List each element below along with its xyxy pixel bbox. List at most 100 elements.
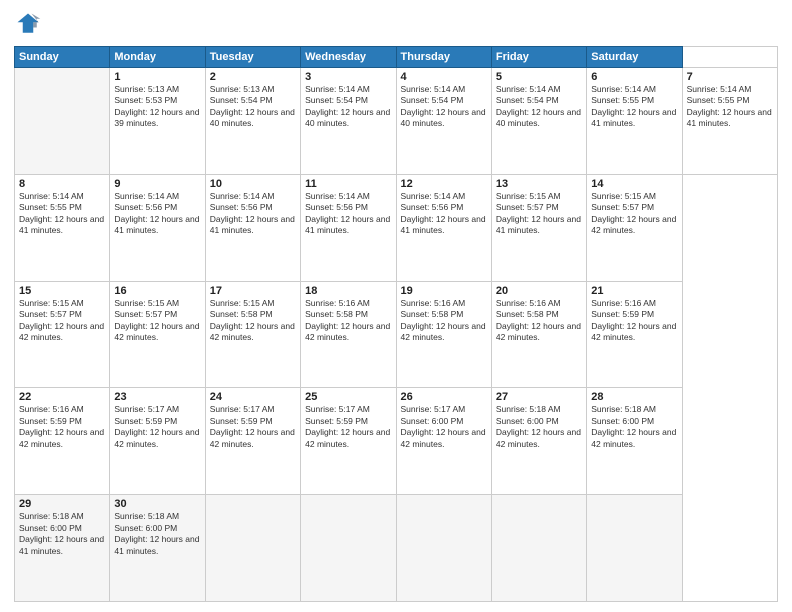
logo-icon [14, 10, 42, 38]
day-number: 17 [210, 285, 296, 297]
day-detail: Sunrise: 5:16 AMSunset: 5:59 PMDaylight:… [19, 404, 105, 450]
calendar-week-row: 1Sunrise: 5:13 AMSunset: 5:53 PMDaylight… [15, 68, 778, 175]
day-number: 9 [114, 178, 200, 190]
calendar-day-cell [205, 495, 300, 602]
weekday-header: Saturday [587, 47, 682, 68]
day-number: 22 [19, 391, 105, 403]
calendar-day-cell: 29Sunrise: 5:18 AMSunset: 6:00 PMDayligh… [15, 495, 110, 602]
day-detail: Sunrise: 5:13 AMSunset: 5:53 PMDaylight:… [114, 84, 200, 130]
weekday-header: Wednesday [301, 47, 396, 68]
calendar-day-cell: 3Sunrise: 5:14 AMSunset: 5:54 PMDaylight… [301, 68, 396, 175]
calendar-day-cell [396, 495, 491, 602]
day-detail: Sunrise: 5:14 AMSunset: 5:55 PMDaylight:… [687, 84, 773, 130]
calendar-week-row: 29Sunrise: 5:18 AMSunset: 6:00 PMDayligh… [15, 495, 778, 602]
calendar-day-cell: 2Sunrise: 5:13 AMSunset: 5:54 PMDaylight… [205, 68, 300, 175]
day-detail: Sunrise: 5:15 AMSunset: 5:57 PMDaylight:… [19, 298, 105, 344]
calendar-day-cell: 30Sunrise: 5:18 AMSunset: 6:00 PMDayligh… [110, 495, 205, 602]
day-number: 3 [305, 71, 391, 83]
day-number: 24 [210, 391, 296, 403]
day-number: 27 [496, 391, 582, 403]
logo [14, 10, 46, 38]
day-detail: Sunrise: 5:16 AMSunset: 5:58 PMDaylight:… [305, 298, 391, 344]
day-detail: Sunrise: 5:14 AMSunset: 5:55 PMDaylight:… [591, 84, 677, 130]
calendar-day-cell: 5Sunrise: 5:14 AMSunset: 5:54 PMDaylight… [491, 68, 586, 175]
day-detail: Sunrise: 5:15 AMSunset: 5:58 PMDaylight:… [210, 298, 296, 344]
calendar-day-cell: 16Sunrise: 5:15 AMSunset: 5:57 PMDayligh… [110, 281, 205, 388]
calendar-week-row: 22Sunrise: 5:16 AMSunset: 5:59 PMDayligh… [15, 388, 778, 495]
day-number: 6 [591, 71, 677, 83]
day-number: 13 [496, 178, 582, 190]
day-detail: Sunrise: 5:16 AMSunset: 5:58 PMDaylight:… [401, 298, 487, 344]
calendar-header-row: SundayMondayTuesdayWednesdayThursdayFrid… [15, 47, 778, 68]
calendar-day-cell: 17Sunrise: 5:15 AMSunset: 5:58 PMDayligh… [205, 281, 300, 388]
calendar-day-cell: 20Sunrise: 5:16 AMSunset: 5:58 PMDayligh… [491, 281, 586, 388]
day-detail: Sunrise: 5:14 AMSunset: 5:54 PMDaylight:… [401, 84, 487, 130]
day-number: 8 [19, 178, 105, 190]
day-detail: Sunrise: 5:14 AMSunset: 5:55 PMDaylight:… [19, 191, 105, 237]
calendar-day-cell [491, 495, 586, 602]
day-number: 21 [591, 285, 677, 297]
calendar-day-cell: 9Sunrise: 5:14 AMSunset: 5:56 PMDaylight… [110, 174, 205, 281]
day-number: 18 [305, 285, 391, 297]
calendar-day-cell: 28Sunrise: 5:18 AMSunset: 6:00 PMDayligh… [587, 388, 682, 495]
calendar-day-cell: 15Sunrise: 5:15 AMSunset: 5:57 PMDayligh… [15, 281, 110, 388]
day-number: 19 [401, 285, 487, 297]
calendar-day-cell: 12Sunrise: 5:14 AMSunset: 5:56 PMDayligh… [396, 174, 491, 281]
calendar-day-cell: 19Sunrise: 5:16 AMSunset: 5:58 PMDayligh… [396, 281, 491, 388]
header [14, 10, 778, 38]
day-detail: Sunrise: 5:14 AMSunset: 5:56 PMDaylight:… [305, 191, 391, 237]
day-number: 26 [401, 391, 487, 403]
calendar-day-cell: 1Sunrise: 5:13 AMSunset: 5:53 PMDaylight… [110, 68, 205, 175]
calendar-day-cell: 14Sunrise: 5:15 AMSunset: 5:57 PMDayligh… [587, 174, 682, 281]
day-number: 12 [401, 178, 487, 190]
day-number: 7 [687, 71, 773, 83]
weekday-header: Monday [110, 47, 205, 68]
day-detail: Sunrise: 5:17 AMSunset: 5:59 PMDaylight:… [305, 404, 391, 450]
day-detail: Sunrise: 5:17 AMSunset: 5:59 PMDaylight:… [210, 404, 296, 450]
day-detail: Sunrise: 5:18 AMSunset: 6:00 PMDaylight:… [496, 404, 582, 450]
day-detail: Sunrise: 5:15 AMSunset: 5:57 PMDaylight:… [114, 298, 200, 344]
day-detail: Sunrise: 5:14 AMSunset: 5:56 PMDaylight:… [210, 191, 296, 237]
day-number: 4 [401, 71, 487, 83]
day-number: 20 [496, 285, 582, 297]
calendar-day-cell: 8Sunrise: 5:14 AMSunset: 5:55 PMDaylight… [15, 174, 110, 281]
day-detail: Sunrise: 5:16 AMSunset: 5:58 PMDaylight:… [496, 298, 582, 344]
day-detail: Sunrise: 5:18 AMSunset: 6:00 PMDaylight:… [19, 511, 105, 557]
calendar-day-cell [587, 495, 682, 602]
day-detail: Sunrise: 5:13 AMSunset: 5:54 PMDaylight:… [210, 84, 296, 130]
calendar-day-cell: 23Sunrise: 5:17 AMSunset: 5:59 PMDayligh… [110, 388, 205, 495]
calendar-day-cell: 10Sunrise: 5:14 AMSunset: 5:56 PMDayligh… [205, 174, 300, 281]
day-number: 30 [114, 498, 200, 510]
calendar-day-cell: 6Sunrise: 5:14 AMSunset: 5:55 PMDaylight… [587, 68, 682, 175]
calendar-day-cell: 27Sunrise: 5:18 AMSunset: 6:00 PMDayligh… [491, 388, 586, 495]
weekday-header: Tuesday [205, 47, 300, 68]
day-number: 16 [114, 285, 200, 297]
day-detail: Sunrise: 5:14 AMSunset: 5:56 PMDaylight:… [401, 191, 487, 237]
calendar-week-row: 15Sunrise: 5:15 AMSunset: 5:57 PMDayligh… [15, 281, 778, 388]
day-detail: Sunrise: 5:15 AMSunset: 5:57 PMDaylight:… [496, 191, 582, 237]
calendar-day-cell: 21Sunrise: 5:16 AMSunset: 5:59 PMDayligh… [587, 281, 682, 388]
calendar-table: SundayMondayTuesdayWednesdayThursdayFrid… [14, 46, 778, 602]
day-number: 11 [305, 178, 391, 190]
calendar-day-cell: 13Sunrise: 5:15 AMSunset: 5:57 PMDayligh… [491, 174, 586, 281]
day-detail: Sunrise: 5:18 AMSunset: 6:00 PMDaylight:… [591, 404, 677, 450]
calendar-day-cell: 7Sunrise: 5:14 AMSunset: 5:55 PMDaylight… [682, 68, 777, 175]
day-detail: Sunrise: 5:14 AMSunset: 5:54 PMDaylight:… [496, 84, 582, 130]
calendar-day-cell: 22Sunrise: 5:16 AMSunset: 5:59 PMDayligh… [15, 388, 110, 495]
calendar-day-cell: 25Sunrise: 5:17 AMSunset: 5:59 PMDayligh… [301, 388, 396, 495]
day-number: 1 [114, 71, 200, 83]
page: SundayMondayTuesdayWednesdayThursdayFrid… [0, 0, 792, 612]
day-number: 10 [210, 178, 296, 190]
calendar-empty-cell [15, 68, 110, 175]
weekday-header: Thursday [396, 47, 491, 68]
day-number: 14 [591, 178, 677, 190]
calendar-day-cell: 4Sunrise: 5:14 AMSunset: 5:54 PMDaylight… [396, 68, 491, 175]
day-detail: Sunrise: 5:16 AMSunset: 5:59 PMDaylight:… [591, 298, 677, 344]
day-detail: Sunrise: 5:14 AMSunset: 5:54 PMDaylight:… [305, 84, 391, 130]
day-detail: Sunrise: 5:17 AMSunset: 6:00 PMDaylight:… [401, 404, 487, 450]
day-number: 29 [19, 498, 105, 510]
weekday-header: Sunday [15, 47, 110, 68]
day-number: 5 [496, 71, 582, 83]
calendar-day-cell: 26Sunrise: 5:17 AMSunset: 6:00 PMDayligh… [396, 388, 491, 495]
day-detail: Sunrise: 5:14 AMSunset: 5:56 PMDaylight:… [114, 191, 200, 237]
